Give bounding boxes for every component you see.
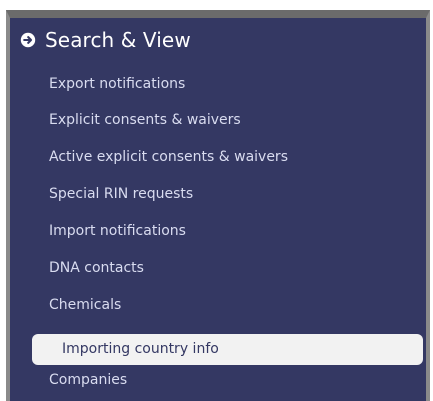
section-title: Search & View — [45, 28, 191, 52]
menu-item-explicit-consents-waivers[interactable]: Explicit consents & waivers — [49, 110, 241, 130]
app-frame: Search & View Export notifications Expli… — [0, 0, 433, 401]
menu-item-dna-contacts[interactable]: DNA contacts — [49, 258, 144, 278]
menu-item-special-rin-requests[interactable]: Special RIN requests — [49, 184, 193, 204]
search-and-view-header[interactable]: Search & View — [20, 28, 191, 52]
menu-item-active-explicit-consents-waivers[interactable]: Active explicit consents & waivers — [49, 147, 288, 167]
menu-item-export-notifications[interactable]: Export notifications — [49, 74, 185, 94]
menu-item-chemicals[interactable]: Chemicals — [49, 295, 121, 315]
menu-item-importing-country-info[interactable]: Importing country info — [32, 334, 423, 365]
menu-item-import-notifications[interactable]: Import notifications — [49, 221, 186, 241]
arrow-right-circle-icon — [20, 32, 36, 48]
menu-item-companies[interactable]: Companies — [49, 370, 127, 390]
